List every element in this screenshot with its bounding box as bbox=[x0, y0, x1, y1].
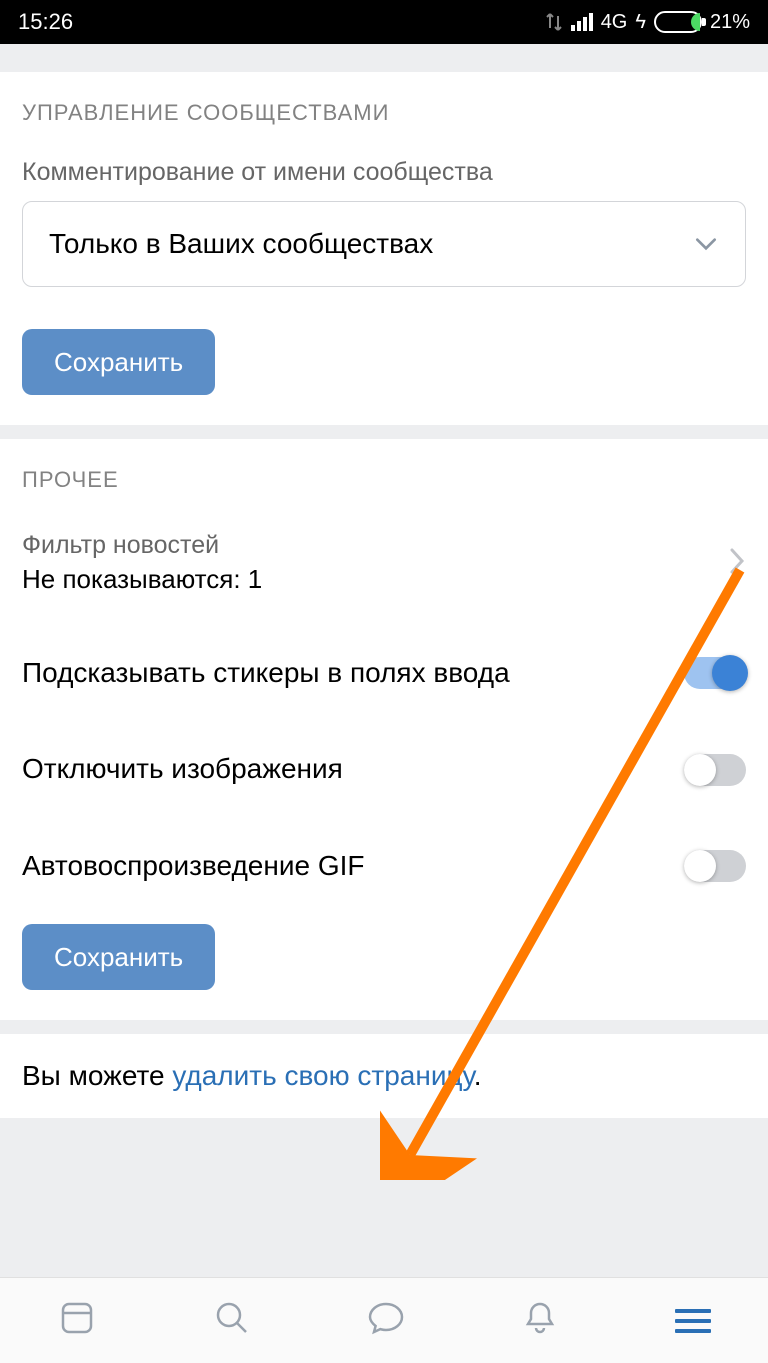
communities-section: УПРАВЛЕНИЕ СООБЩЕСТВАМИ Комментирование … bbox=[0, 72, 768, 425]
gif-row: Автовоспроизведение GIF bbox=[22, 818, 746, 924]
images-row: Отключить изображения bbox=[22, 721, 746, 817]
save-button[interactable]: Сохранить bbox=[22, 329, 215, 395]
save-button[interactable]: Сохранить bbox=[22, 924, 215, 990]
gif-toggle[interactable] bbox=[684, 850, 746, 882]
stickers-row: Подсказывать стикеры в полях ввода bbox=[22, 625, 746, 721]
status-time: 15:26 bbox=[18, 9, 73, 35]
delete-section: Вы можете удалить свою страницу. bbox=[0, 1034, 768, 1118]
delete-prefix: Вы можете bbox=[22, 1060, 172, 1091]
stickers-toggle[interactable] bbox=[684, 657, 746, 689]
filter-value: Не показываются: 1 bbox=[22, 564, 262, 595]
images-label: Отключить изображения bbox=[22, 751, 343, 787]
battery-icon bbox=[654, 11, 702, 33]
other-section: ПРОЧЕЕ Фильтр новостей Не показываются: … bbox=[0, 439, 768, 1020]
status-right: 4G ϟ 21% bbox=[545, 11, 750, 34]
charging-icon: ϟ bbox=[635, 11, 646, 34]
delete-page-link[interactable]: удалить свою страницу bbox=[172, 1060, 473, 1091]
tab-bar bbox=[0, 1277, 768, 1363]
gif-label: Автовоспроизведение GIF bbox=[22, 848, 364, 884]
tab-menu[interactable] bbox=[675, 1309, 711, 1333]
delete-suffix: . bbox=[474, 1060, 482, 1091]
commenting-select[interactable]: Только в Ваших сообществах bbox=[22, 201, 746, 287]
tab-search[interactable] bbox=[212, 1298, 252, 1343]
commenting-label: Комментирование от имени сообщества bbox=[22, 158, 746, 187]
section-header: ПРОЧЕЕ bbox=[22, 467, 746, 493]
hamburger-icon bbox=[675, 1309, 711, 1333]
tab-notifications[interactable] bbox=[520, 1298, 560, 1343]
tab-messages[interactable] bbox=[366, 1298, 406, 1343]
tab-news[interactable] bbox=[57, 1298, 97, 1343]
filter-label: Фильтр новостей bbox=[22, 531, 262, 560]
status-bar: 15:26 4G ϟ 21% bbox=[0, 0, 768, 44]
images-toggle[interactable] bbox=[684, 754, 746, 786]
section-header: УПРАВЛЕНИЕ СООБЩЕСТВАМИ bbox=[22, 100, 746, 126]
battery-percent: 21% bbox=[710, 11, 750, 34]
stickers-label: Подсказывать стикеры в полях ввода bbox=[22, 655, 510, 691]
chevron-right-icon bbox=[728, 546, 746, 581]
signal-icon bbox=[571, 13, 593, 31]
network-label: 4G bbox=[601, 11, 628, 34]
chevron-down-icon bbox=[693, 231, 719, 257]
data-transfer-icon bbox=[545, 12, 563, 32]
news-filter-row[interactable]: Фильтр новостей Не показываются: 1 bbox=[22, 525, 746, 625]
select-value: Только в Ваших сообществах bbox=[49, 228, 433, 260]
